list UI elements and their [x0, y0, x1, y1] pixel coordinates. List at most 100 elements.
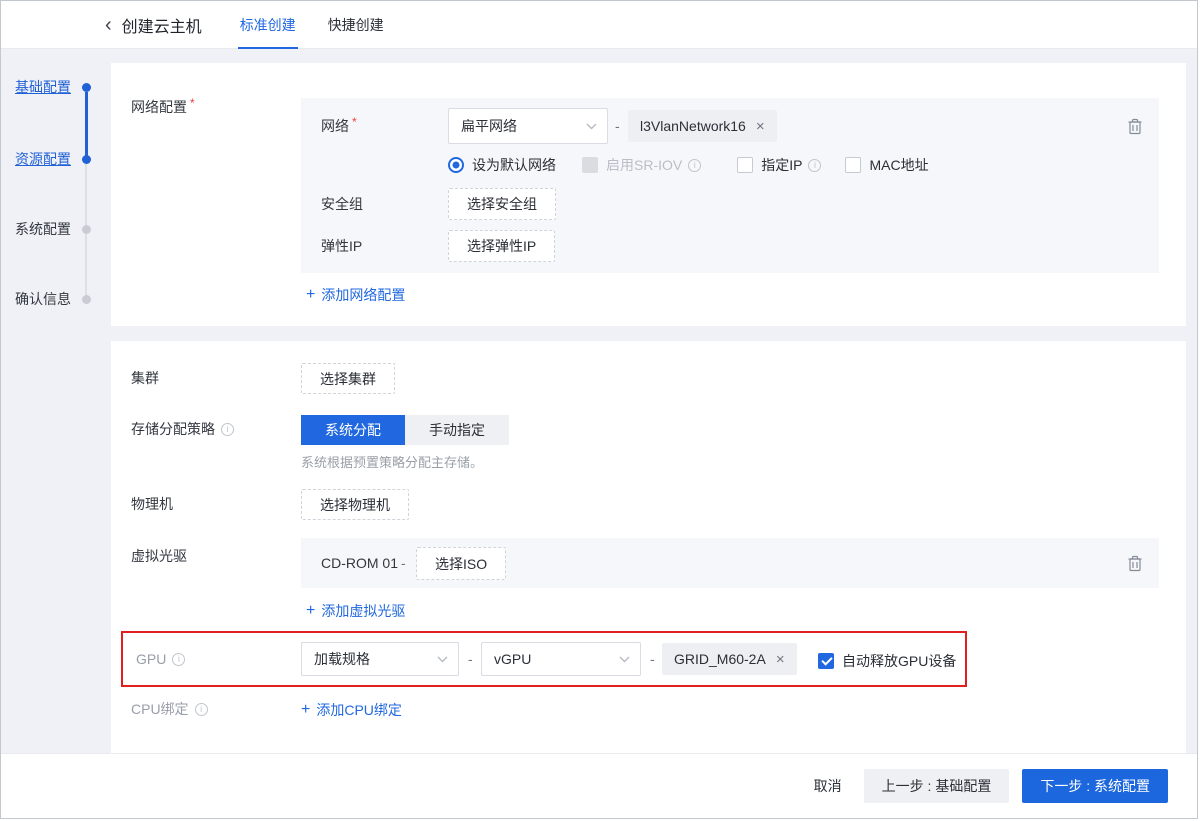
chevron-down-icon [619, 656, 630, 663]
security-group-label: 安全组 [321, 196, 363, 213]
add-cdrom-link[interactable]: + 添加虚拟光驱 [306, 601, 405, 621]
network-options-row: 设为默认网络 启用SR-IOV i 指定IP i MAC地址 [448, 155, 929, 175]
network-tag: l3VlanNetwork16 × [628, 110, 777, 142]
tab-label: 标准创建 [240, 15, 296, 35]
tab-standard-create[interactable]: 标准创建 [238, 1, 298, 49]
gpu-spec-select[interactable]: 加载规格 [301, 642, 459, 676]
add-cpu-binding-link[interactable]: + 添加CPU绑定 [301, 700, 402, 720]
chevron-down-icon [586, 123, 597, 130]
label-text: GPU [136, 651, 166, 668]
label-text: 存储分配策略 [131, 421, 215, 438]
separator: - [650, 651, 655, 667]
network-config-label: 网络配置* [131, 99, 195, 116]
gpu-type-select[interactable]: vGPU [481, 642, 641, 676]
page-title: 创建云主机 [122, 13, 202, 37]
step-basic-config[interactable]: 基础配置 [15, 79, 71, 96]
label-text: 虚拟光驱 [131, 548, 187, 565]
plus-icon: + [306, 602, 315, 620]
header: ‹ 创建云主机 标准创建 快捷创建 [1, 1, 1197, 49]
step-dot-done [82, 155, 91, 164]
select-cluster-button[interactable]: 选择集群 [301, 363, 395, 394]
cluster-label: 集群 [131, 370, 159, 387]
back-icon[interactable]: ‹ [105, 15, 112, 35]
cancel-button[interactable]: 取消 [804, 769, 852, 803]
label-text: 物理机 [131, 496, 173, 513]
plus-icon: + [306, 286, 315, 304]
option-default-network: 设为默认网络 [448, 155, 556, 175]
option-label: 设为默认网络 [472, 155, 556, 175]
checkbox-auto-release-gpu[interactable] [818, 653, 834, 669]
link-label: 添加网络配置 [321, 285, 405, 305]
cdrom-label: 虚拟光驱 [131, 548, 187, 565]
gpu-device-tag: GRID_M60-2A × [662, 643, 797, 675]
label-text: 集群 [131, 370, 159, 387]
footer: 取消 上一步 : 基础配置 下一步 : 系统配置 [1, 753, 1197, 818]
link-label: 添加CPU绑定 [316, 700, 402, 720]
remove-tag-icon[interactable]: × [776, 651, 785, 668]
remove-tag-icon[interactable]: × [756, 118, 765, 135]
storage-hint: 系统根据预置策略分配主存储。 [301, 452, 483, 471]
link-label: 添加虚拟光驱 [321, 601, 405, 621]
trash-icon[interactable] [1127, 118, 1143, 135]
info-icon[interactable]: i [808, 159, 821, 172]
step-connector [85, 234, 87, 300]
select-security-group-button[interactable]: 选择安全组 [448, 188, 556, 220]
tag-label: GRID_M60-2A [674, 651, 766, 667]
select-value: 加载规格 [314, 649, 370, 669]
checkbox-mac-address[interactable] [845, 157, 861, 173]
trash-icon[interactable] [1127, 555, 1143, 572]
cpu-binding-label: CPU绑定 i [131, 701, 208, 718]
add-network-config-link[interactable]: + 添加网络配置 [306, 285, 405, 305]
separator: - [615, 118, 620, 134]
network-label: 网络* [321, 118, 357, 135]
tab-label: 快捷创建 [328, 15, 384, 35]
cdrom-panel: CD-ROM 01 - 选择ISO [301, 538, 1159, 588]
resource-config-card: 集群 选择集群 存储分配策略 i 系统分配 手动指定 系统根据预置策略分配主存储… [111, 341, 1186, 756]
step-connector-done [85, 92, 88, 160]
tag-label: l3VlanNetwork16 [640, 118, 746, 134]
network-config-card: 网络配置* 网络* 扁平网络 - l3VlanNetwork16 × [111, 63, 1186, 326]
option-sriov: 启用SR-IOV i [582, 155, 701, 175]
chevron-down-icon [437, 656, 448, 663]
network-type-select[interactable]: 扁平网络 [448, 108, 608, 144]
required-mark: * [352, 114, 357, 131]
checkbox-sriov [582, 157, 598, 173]
option-label: 指定IP [761, 155, 802, 175]
tab-bar: 标准创建 快捷创建 [238, 1, 414, 49]
storage-policy-label: 存储分配策略 i [131, 421, 234, 438]
info-icon[interactable]: i [221, 423, 234, 436]
option-label: 自动释放GPU设备 [842, 651, 956, 671]
host-label: 物理机 [131, 496, 173, 513]
select-value: 扁平网络 [461, 116, 517, 136]
info-icon[interactable]: i [195, 703, 208, 716]
select-eip-button[interactable]: 选择弹性IP [448, 230, 555, 262]
create-vm-page: ‹ 创建云主机 标准创建 快捷创建 基础配置 资源配置 系统配置 确认信息 网络… [0, 0, 1198, 819]
storage-system-option[interactable]: 系统分配 [301, 415, 405, 445]
page-body: 基础配置 资源配置 系统配置 确认信息 网络配置* 网络* 扁平网络 - [1, 50, 1197, 818]
step-system-config[interactable]: 系统配置 [15, 221, 71, 238]
select-iso-button[interactable]: 选择ISO [416, 547, 506, 580]
step-confirm-info[interactable]: 确认信息 [15, 291, 71, 308]
info-icon[interactable]: i [688, 159, 701, 172]
separator: - [401, 555, 406, 571]
storage-policy-toggle: 系统分配 手动指定 [301, 415, 509, 445]
separator: - [468, 651, 473, 667]
info-icon[interactable]: i [172, 653, 185, 666]
plus-icon: + [301, 701, 310, 719]
step-resource-config[interactable]: 资源配置 [15, 151, 71, 168]
prev-step-button[interactable]: 上一步 : 基础配置 [864, 769, 1010, 803]
step-connector [85, 164, 87, 230]
step-dot-todo [82, 295, 91, 304]
select-value: vGPU [494, 651, 531, 667]
label-text: 网络 [321, 118, 349, 135]
next-step-button[interactable]: 下一步 : 系统配置 [1022, 769, 1168, 803]
option-label: MAC地址 [869, 155, 928, 175]
select-host-button[interactable]: 选择物理机 [301, 489, 409, 520]
checkbox-specify-ip[interactable] [737, 157, 753, 173]
storage-manual-option[interactable]: 手动指定 [405, 415, 509, 445]
cdrom-value: CD-ROM 01 [321, 555, 398, 572]
radio-default-network[interactable] [448, 157, 464, 173]
tab-quick-create[interactable]: 快捷创建 [326, 1, 386, 49]
eip-label: 弹性IP [321, 238, 362, 255]
required-mark: * [190, 95, 195, 112]
